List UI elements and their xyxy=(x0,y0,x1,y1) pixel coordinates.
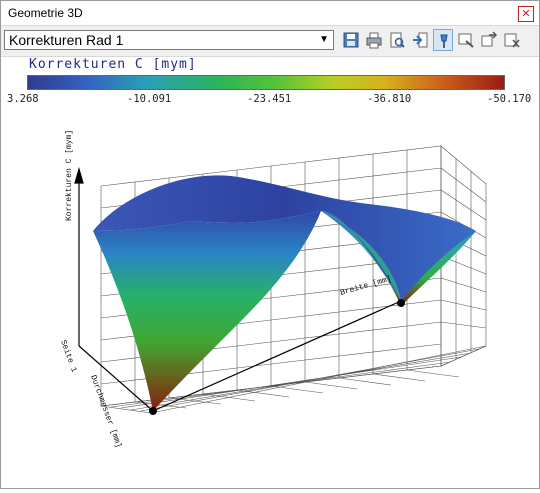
close-window-button[interactable]: ✕ xyxy=(518,6,534,22)
title-bar: Geometrie 3D ✕ xyxy=(1,1,539,25)
pin-button[interactable] xyxy=(433,29,453,51)
series-label: Seite 1 xyxy=(58,339,78,374)
settings-icon xyxy=(458,33,474,48)
pin-icon xyxy=(440,34,448,48)
window-title: Geometrie 3D xyxy=(8,6,83,20)
print-icon xyxy=(366,32,382,49)
surface-plot-3d[interactable]: Korrekturen C [mym] Breite [mm] Durchmes… xyxy=(1,101,539,488)
z-axis-label: Korrekturen C [mym] xyxy=(65,130,74,221)
arrow-icon xyxy=(481,31,498,47)
close-view-icon xyxy=(504,33,520,48)
chevron-down-icon: ▼ xyxy=(319,34,329,45)
print-button[interactable] xyxy=(364,29,384,51)
legend-title: Korrekturen C [mym] xyxy=(29,57,197,72)
close-view-button[interactable] xyxy=(502,29,522,51)
surface-mesh xyxy=(93,175,476,411)
y-axis-label: Durchmesser [mm] xyxy=(88,374,123,449)
save-button[interactable] xyxy=(341,29,361,51)
save-icon xyxy=(343,32,359,48)
export-button[interactable] xyxy=(410,29,430,51)
print-preview-button[interactable] xyxy=(387,29,407,51)
settings-button[interactable] xyxy=(456,29,476,51)
dataset-select[interactable]: Korrekturen Rad 1 ▼ xyxy=(4,30,334,50)
surface-plot-canvas[interactable]: Korrekturen C [mym] Breite [mm] Durchmes… xyxy=(1,101,539,488)
export-icon xyxy=(413,32,428,48)
dataset-select-value: Korrekturen Rad 1 xyxy=(9,32,124,48)
toolbar: Korrekturen Rad 1 ▼ xyxy=(1,25,539,57)
color-scale-bar xyxy=(27,75,505,90)
axis-origin-marker xyxy=(149,407,157,415)
print-preview-icon xyxy=(390,32,405,48)
close-icon: ✕ xyxy=(521,7,531,20)
axis-end-marker xyxy=(397,299,405,307)
arrow-button[interactable] xyxy=(479,29,499,51)
geometrie-3d-window: Geometrie 3D ✕ Korrekturen Rad 1 ▼ Korre… xyxy=(0,0,540,489)
x-axis-label: Breite [mm] xyxy=(339,275,392,298)
